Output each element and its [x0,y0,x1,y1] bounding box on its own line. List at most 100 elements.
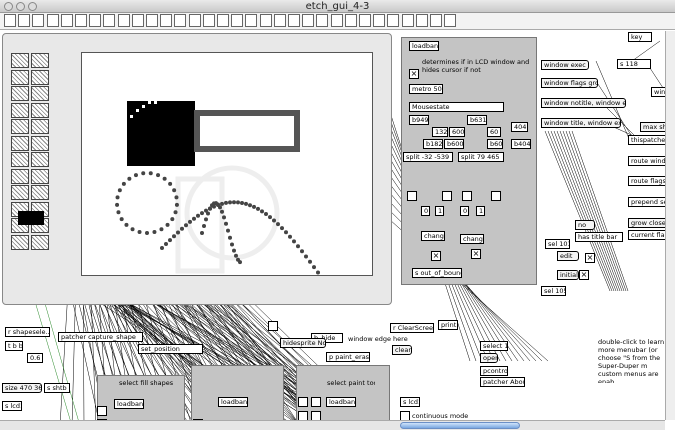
palette-multi-icon[interactable] [231,14,244,27]
select-paint-tool[interactable]: select paint tool [325,379,375,387]
loadbang-b[interactable]: loadbang [218,397,248,407]
patcher-set-position[interactable]: set_position [138,344,203,354]
msg-one-2[interactable]: 1 [476,206,485,216]
num-600[interactable]: 600 [449,127,465,137]
shape-cell[interactable] [11,152,29,167]
prepend-set-object[interactable]: prepend set [628,197,665,207]
palette-tab-icon[interactable] [344,14,357,27]
toggle-1[interactable]: × [409,69,419,79]
minimize-window-button[interactable] [16,2,25,11]
msg-grow-close[interactable]: grow close [628,218,665,228]
num-b60[interactable]: b60 [487,139,503,149]
palette-ubtn-icon[interactable] [146,14,158,27]
palette-text-icon[interactable] [18,14,31,27]
num-b600[interactable]: b600 [444,139,464,149]
shape-cell[interactable] [31,53,49,68]
bang-2[interactable] [442,191,452,201]
send-lcd1[interactable]: s lcd1 [400,397,420,407]
msg-window-flags-grow[interactable]: window flags grow [541,78,598,88]
msg-hidesprite[interactable]: hidesprite No [280,338,326,348]
shape-cell[interactable] [11,86,29,101]
vertical-scrollbar[interactable] [665,31,675,420]
horizontal-scrollbar[interactable] [0,420,665,430]
palette-panel-icon[interactable] [188,14,201,27]
msg-window-notitle[interactable]: window notitle, window exec [541,98,626,108]
palette-tgl-icon[interactable] [46,14,59,27]
split-object-1[interactable]: split -32 -539 [403,152,453,162]
palette-dial-icon[interactable] [103,14,116,27]
num-132[interactable]: 132 [432,127,448,137]
palette-cmt-icon[interactable] [444,14,457,27]
patcher-canvas[interactable]: loadbang determines if in LCD window and… [0,31,665,430]
loadbang-c[interactable]: loadbang [326,397,356,407]
close-window-button[interactable] [4,2,13,11]
send-shtb[interactable]: s shtb [44,383,70,393]
toggle-paint-b[interactable] [311,397,321,407]
loadbang-object[interactable]: loadbang [409,41,439,51]
bang-4[interactable] [491,191,501,201]
shape-cell[interactable] [31,102,49,118]
bang-3[interactable] [462,191,472,201]
patcher-about[interactable]: patcher About [480,377,525,387]
msg-size[interactable]: size 470 360 [2,383,42,393]
msg-zero-2[interactable]: 0 [460,206,469,216]
msg-window-exec[interactable]: window exec [541,60,589,70]
palette-pict-icon[interactable] [245,14,258,27]
palette-fpic-icon[interactable] [316,14,329,27]
loadbang-a[interactable]: loadbang [114,399,144,409]
palette-lcd-icon[interactable] [202,14,215,27]
pcontrol-object[interactable]: pcontrol [480,366,508,376]
palette-meter-icon[interactable] [174,14,187,27]
shape-cell[interactable] [11,53,29,68]
palette-sl-icon[interactable] [89,14,102,27]
num-06[interactable]: 0.6 [27,353,43,363]
shape-cell[interactable] [31,86,49,101]
palette-int-icon[interactable] [302,14,315,27]
palette-mat-icon[interactable] [330,14,343,27]
horizontal-scroll-thumb[interactable] [400,422,520,429]
msg-open[interactable]: open [480,353,498,363]
palette-spr-icon[interactable] [430,14,442,27]
palette-flt-icon[interactable] [75,14,87,27]
shape-cell[interactable] [31,185,49,200]
shape-cell[interactable] [31,69,49,85]
msg-max-show[interactable]: max show [640,122,665,132]
zoom-window-button[interactable] [28,2,37,11]
lcd-drawing-area[interactable] [81,52,373,276]
receive-shapeselect[interactable]: r shapesele.. [5,327,50,337]
num-60[interactable]: 60 [487,127,501,137]
select-105[interactable]: sel 105 [541,286,566,296]
palette-arrow-icon[interactable] [4,14,16,27]
bang-hide-trigger[interactable] [268,321,278,331]
shape-cell[interactable] [11,102,29,118]
palette-pan-icon[interactable] [401,14,414,27]
send-out-of-bounds[interactable]: s out_of_bounds [412,268,462,278]
shape-cell[interactable] [11,119,29,134]
palette-lin-icon[interactable] [415,14,428,27]
palette-env-icon[interactable] [359,14,371,27]
msg-one-1[interactable]: 1 [435,206,444,216]
shape-cell[interactable] [31,152,49,167]
change-object-2[interactable]: change [460,234,484,244]
shape-cell[interactable] [31,119,49,134]
thispatcher-object[interactable]: thispatcher [628,135,665,145]
shape-cell[interactable] [11,185,29,200]
shape-cell[interactable] [11,135,29,151]
msg-no[interactable]: no [575,220,595,230]
route-window-object[interactable]: route window [628,156,665,166]
shape-cell[interactable] [11,168,29,184]
change-object-1[interactable]: change [421,231,445,241]
msg-edit[interactable]: edit [557,251,579,261]
palette-kslider-icon[interactable] [117,14,130,27]
toggle-edit[interactable]: × [585,253,595,263]
palette-mix-icon[interactable] [273,14,286,27]
print-object[interactable]: print [438,320,458,330]
select-1[interactable]: select 1 [480,341,508,351]
selected-shape-swatch[interactable] [18,211,44,225]
receive-clearscreen[interactable]: r ClearScreen [390,323,434,333]
num-404[interactable]: 404 [511,122,528,132]
route-flags-object[interactable]: route flags [628,176,665,186]
msg-window-title[interactable]: window title, window exec [541,118,621,128]
palette-ctl-icon[interactable] [217,14,229,27]
palette-fn-icon[interactable] [387,14,400,27]
